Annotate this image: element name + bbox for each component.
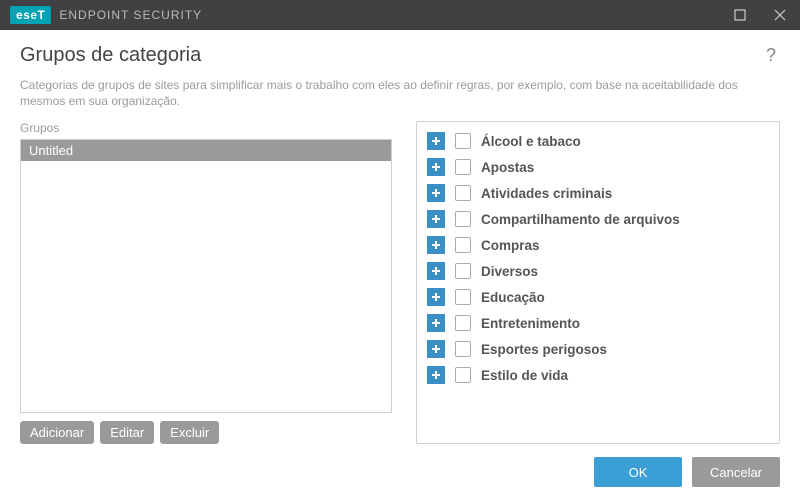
add-button[interactable]: Adicionar — [20, 421, 94, 444]
content-area: Grupos de categoria ? Categorias de grup… — [0, 30, 800, 444]
category-checkbox[interactable] — [455, 211, 471, 227]
category-row: Apostas — [425, 154, 775, 180]
category-label: Compartilhamento de arquivos — [481, 212, 680, 227]
categories-scroll[interactable]: Álcool e tabaco Apostas Atividades crimina… — [417, 122, 779, 443]
category-checkbox[interactable] — [455, 315, 471, 331]
category-checkbox[interactable] — [455, 133, 471, 149]
category-label: Diversos — [481, 264, 538, 279]
expand-icon[interactable] — [427, 158, 445, 176]
category-row: Compartilhamento de arquivos — [425, 206, 775, 232]
category-row: Compras — [425, 232, 775, 258]
category-row: Educação — [425, 284, 775, 310]
category-label: Estilo de vida — [481, 368, 568, 383]
category-label: Atividades criminais — [481, 186, 612, 201]
groups-label: Grupos — [20, 121, 392, 135]
category-label: Álcool e tabaco — [481, 134, 581, 149]
category-checkbox[interactable] — [455, 263, 471, 279]
category-checkbox[interactable] — [455, 289, 471, 305]
edit-button[interactable]: Editar — [100, 421, 154, 444]
ok-button[interactable]: OK — [594, 457, 682, 487]
window-close-button[interactable] — [760, 0, 800, 30]
help-button[interactable]: ? — [762, 45, 780, 66]
cancel-button[interactable]: Cancelar — [692, 457, 780, 487]
category-row: Esportes perigosos — [425, 336, 775, 362]
category-checkbox[interactable] — [455, 159, 471, 175]
category-label: Apostas — [481, 160, 534, 175]
delete-button[interactable]: Excluir — [160, 421, 219, 444]
expand-icon[interactable] — [427, 184, 445, 202]
category-label: Entretenimento — [481, 316, 580, 331]
page-description: Categorias de grupos de sites para simpl… — [20, 77, 780, 109]
category-row: Entretenimento — [425, 310, 775, 336]
expand-icon[interactable] — [427, 236, 445, 254]
list-item[interactable]: Untitled — [21, 140, 391, 161]
expand-icon[interactable] — [427, 340, 445, 358]
categories-panel: Álcool e tabaco Apostas Atividades crimina… — [416, 121, 780, 444]
category-checkbox[interactable] — [455, 185, 471, 201]
page-title: Grupos de categoria — [20, 44, 201, 67]
category-label: Compras — [481, 238, 540, 253]
category-checkbox[interactable] — [455, 237, 471, 253]
expand-icon[interactable] — [427, 210, 445, 228]
app-title: ENDPOINT SECURITY — [59, 8, 202, 22]
category-row: Álcool e tabaco — [425, 128, 775, 154]
groups-panel: Grupos Untitled Adicionar Editar Excluir — [20, 121, 392, 444]
expand-icon[interactable] — [427, 262, 445, 280]
expand-icon[interactable] — [427, 132, 445, 150]
titlebar: eseT ENDPOINT SECURITY — [0, 0, 800, 30]
expand-icon[interactable] — [427, 288, 445, 306]
category-row: Estilo de vida — [425, 362, 775, 388]
category-checkbox[interactable] — [455, 341, 471, 357]
brand-logo: eseT — [10, 6, 51, 24]
category-label: Esportes perigosos — [481, 342, 607, 357]
expand-icon[interactable] — [427, 366, 445, 384]
window-minimize-button[interactable] — [720, 0, 760, 30]
expand-icon[interactable] — [427, 314, 445, 332]
groups-list[interactable]: Untitled — [20, 139, 392, 413]
dialog-footer: OK Cancelar — [0, 444, 800, 500]
category-checkbox[interactable] — [455, 367, 471, 383]
category-label: Educação — [481, 290, 545, 305]
category-row: Atividades criminais — [425, 180, 775, 206]
category-row: Diversos — [425, 258, 775, 284]
